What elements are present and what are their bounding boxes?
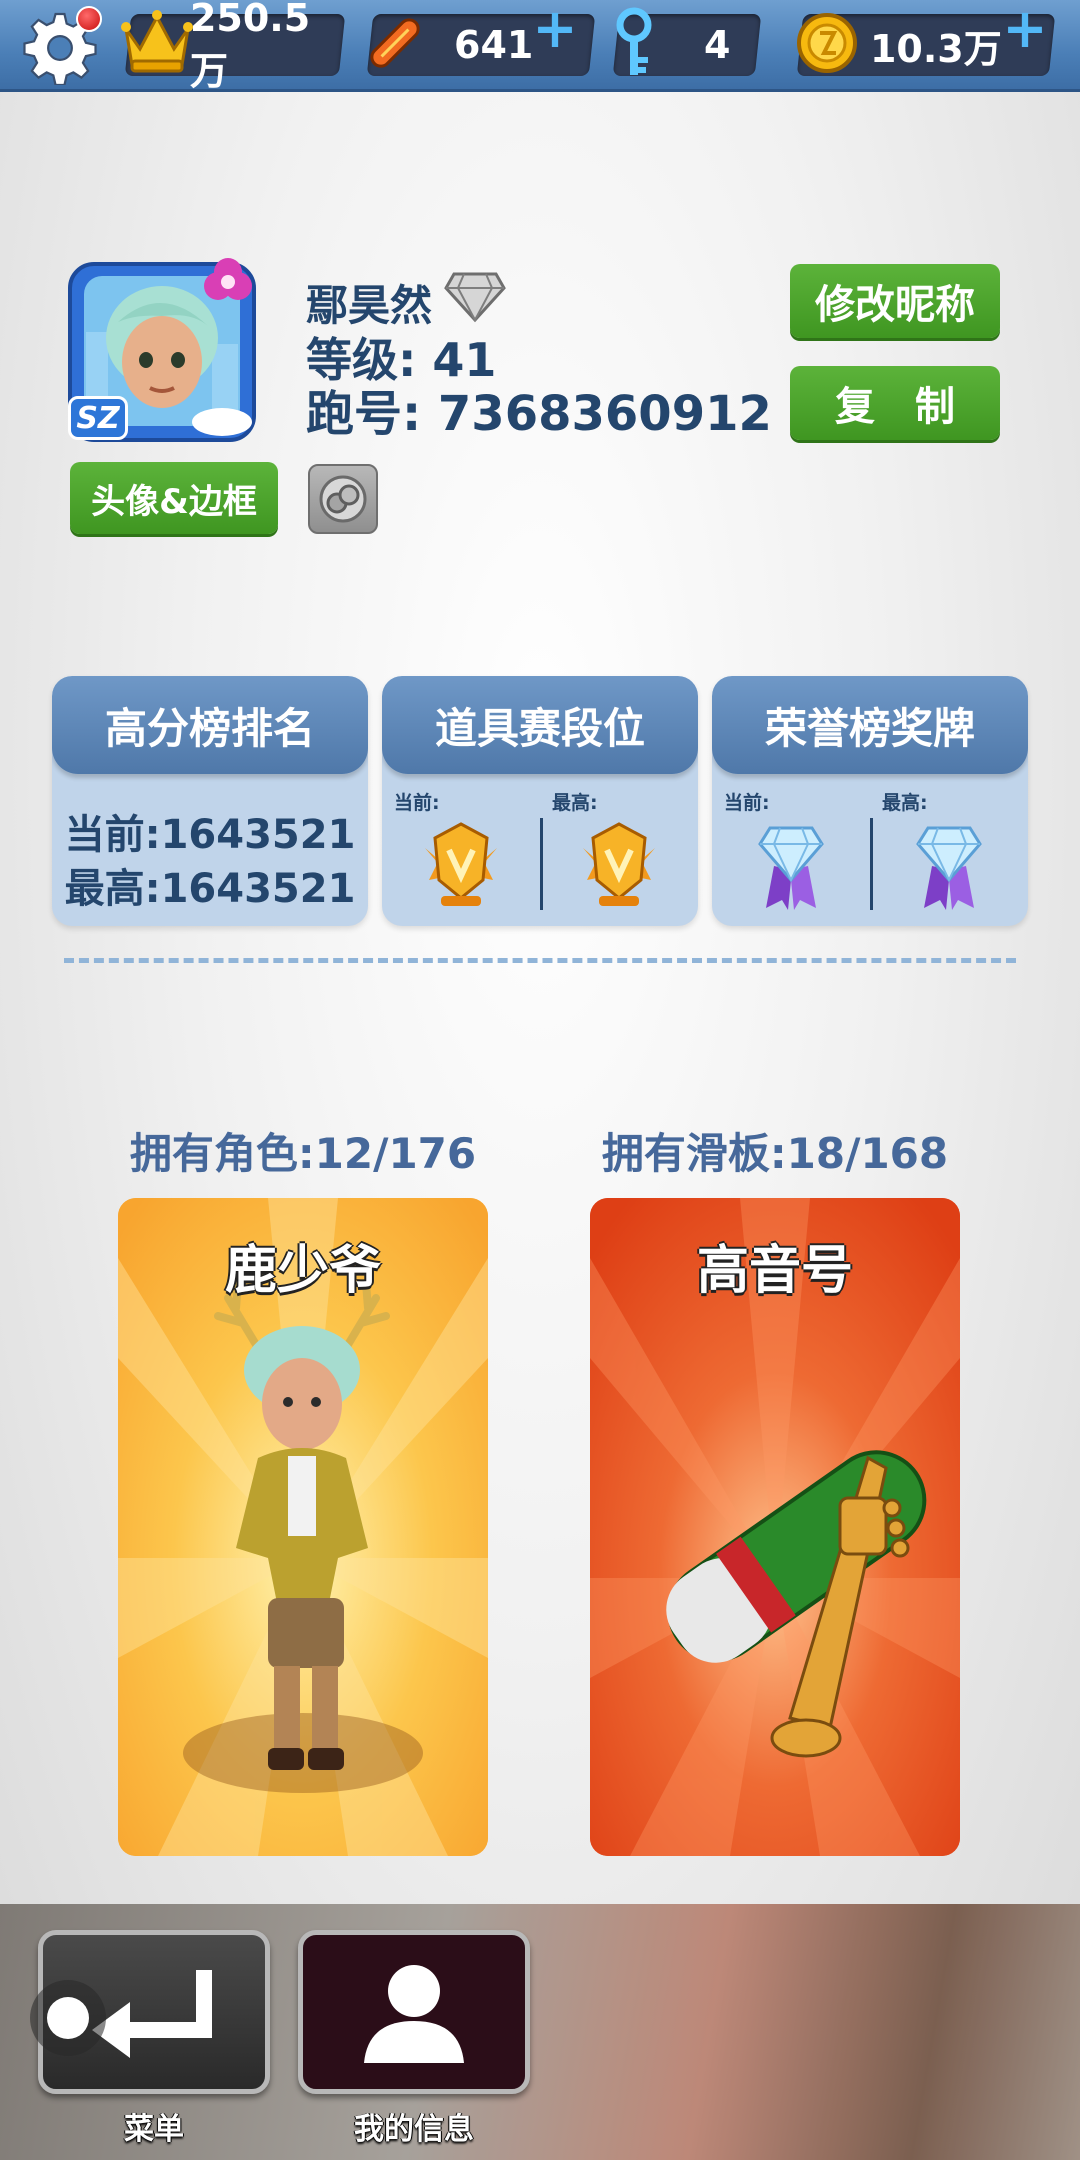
diamond-medal-icon (914, 820, 984, 916)
my-info-label: 我的信息 (354, 2112, 474, 2147)
owned-boards-count: 拥有滑板:18/168 (601, 1129, 949, 1178)
medal-slot-icon[interactable] (308, 464, 378, 534)
user-icon (364, 1965, 464, 2063)
add-coins-button[interactable]: + (1000, 2, 1050, 56)
section-divider (64, 958, 1016, 963)
avatar-frame-button[interactable]: 头像&边框 (70, 462, 278, 534)
player-run-id: 跑号: 7368360912 (306, 386, 772, 442)
notification-dot (76, 6, 102, 32)
my-info-button[interactable] (298, 1930, 530, 2094)
key-icon (604, 6, 664, 82)
board-showcase[interactable]: 高音号 (590, 1198, 960, 1856)
avatar-badge: SZ (68, 396, 128, 440)
honor-card-title: 荣誉榜奖牌 (712, 676, 1028, 774)
coin-icon (792, 8, 862, 78)
highscore-card[interactable]: 高分榜排名 当前:1643521 最高:1643521 (52, 676, 368, 926)
powerup-best-label: 最高: (552, 792, 598, 814)
crown-icon (118, 4, 196, 80)
key-value: 4 (704, 23, 731, 67)
menu-label: 菜单 (124, 2112, 184, 2147)
powerup-card[interactable]: 道具赛段位 当前: 最高: (382, 676, 698, 926)
rename-button[interactable]: 修改昵称 (790, 264, 1000, 338)
crown-value: 250.5万 (190, 0, 311, 93)
touch-indicator (30, 1980, 106, 2056)
gold-rank-badge-icon (577, 820, 661, 914)
highscore-best: 最高:1643521 (64, 866, 356, 912)
honor-best-label: 最高: (882, 792, 928, 814)
honor-card[interactable]: 荣誉榜奖牌 当前: 最高: (712, 676, 1028, 926)
highscore-current: 当前:1643521 (64, 812, 356, 858)
board-value: 641 (454, 23, 534, 67)
copy-button[interactable]: 复 制 (790, 366, 1000, 440)
gold-rank-badge-icon (419, 820, 503, 914)
honor-current-label: 当前: (724, 792, 770, 814)
avatar[interactable]: SZ (62, 252, 262, 448)
add-boards-button[interactable]: + (530, 2, 580, 56)
diamond-medal-icon (756, 820, 826, 916)
resource-bar: 250.5万 641 + 4 10.3万 + (0, 0, 1080, 93)
character-name: 鹿少爷 (224, 1241, 381, 1301)
character-showcase[interactable]: 鹿少爷 (118, 1198, 488, 1856)
hoverboard-icon (360, 8, 430, 78)
owned-characters-count: 拥有角色:12/176 (129, 1129, 477, 1178)
coin-value: 10.3万 (870, 26, 1002, 71)
board-name: 高音号 (696, 1241, 853, 1301)
diamond-rank-icon (444, 270, 506, 324)
powerup-card-title: 道具赛段位 (382, 676, 698, 774)
powerup-current-label: 当前: (394, 792, 440, 814)
highscore-card-title: 高分榜排名 (52, 676, 368, 774)
